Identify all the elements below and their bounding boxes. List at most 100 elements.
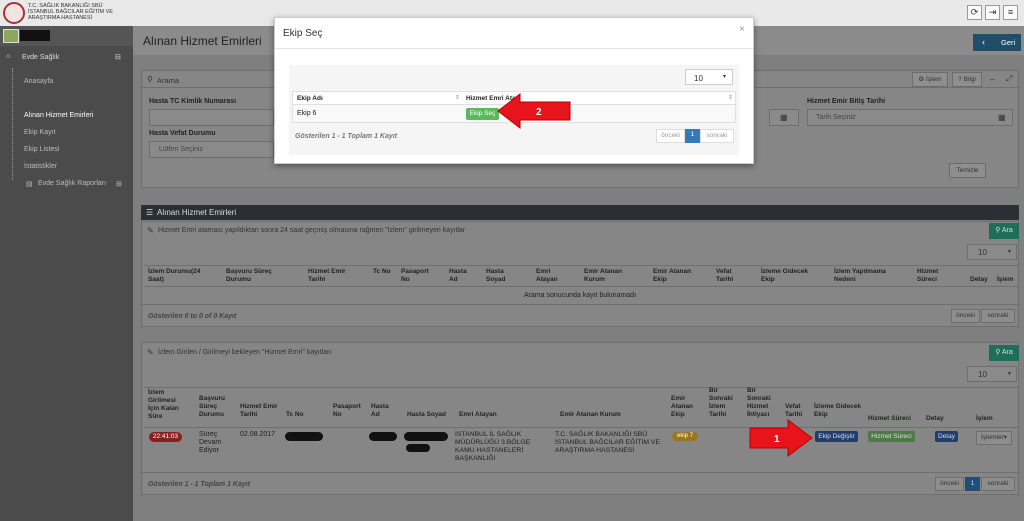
col-hasta-ad[interactable]: Hasta Ad bbox=[371, 403, 396, 419]
vefat-select[interactable]: Lütfen Seçiniz bbox=[149, 141, 274, 158]
clear-button[interactable]: Temizle bbox=[949, 163, 986, 178]
col-emri-atayan[interactable]: Emri Atayan bbox=[536, 268, 566, 284]
search-panel-title: Arama bbox=[157, 76, 180, 85]
sidebar-item-alinan-hizmet-emirleri[interactable]: Alınan Hizmet Emirleri bbox=[24, 112, 93, 119]
logout-icon[interactable]: ⇥ bbox=[985, 5, 1000, 20]
modal-page-1[interactable]: 1 bbox=[685, 129, 700, 143]
col-kalan-sure[interactable]: İzlem Girilmesi İçin Kalan Süre bbox=[148, 389, 188, 421]
col-vefat-tarihi[interactable]: Vefat Tarihi bbox=[785, 403, 810, 419]
col-emir-atanan-kurum[interactable]: Emir Atanan Kurum bbox=[584, 268, 639, 284]
bitis-date-input[interactable]: Tarih Seçiniz ▦ bbox=[807, 109, 1013, 126]
section1-search-label: Ara bbox=[1001, 227, 1013, 234]
sidebar-item-anasayfa[interactable]: Anasayfa bbox=[24, 78, 53, 85]
question-icon: ? bbox=[958, 76, 962, 83]
modal-page-size[interactable]: 10 ▾ bbox=[685, 69, 733, 85]
col-emir-atanan-ekip[interactable]: Emir Atanan Ekip bbox=[671, 395, 701, 419]
assigned-team-badge: ekip 7 bbox=[672, 432, 698, 441]
col-izlem-durumu[interactable]: İzlem Durumu(24 Saat) bbox=[148, 268, 203, 284]
expand-arrows-icon[interactable]: ⤢ bbox=[1006, 74, 1012, 84]
section1-search-button[interactable]: ⚲ Ara bbox=[989, 223, 1019, 239]
redacted-ad bbox=[369, 432, 397, 441]
modal-col-ekip[interactable]: Ekip Adı bbox=[297, 95, 323, 103]
col-basvuru-surec[interactable]: Başvuru Süreç Durumu bbox=[199, 395, 229, 419]
section2-next-button[interactable]: sonraki bbox=[981, 477, 1015, 491]
list-icon: ☰ bbox=[146, 208, 154, 217]
sidebar-item-ekip-kayit[interactable]: Ekip Kayıt bbox=[24, 129, 56, 136]
col-izleme-gidecek-ekip[interactable]: İzleme Gidecek Ekip bbox=[814, 403, 864, 419]
close-icon[interactable]: × bbox=[739, 24, 745, 35]
tc-label: Hasta TC Kimlik Numarası bbox=[149, 98, 237, 105]
col-hizmet-emir-tarihi[interactable]: Hizmet Emir Tarihi bbox=[308, 268, 348, 284]
sidebar-section-evde-saglik[interactable]: Evde Sağlık bbox=[22, 54, 59, 61]
back-label: Geri bbox=[1001, 38, 1016, 47]
col-pasaport-no[interactable]: Pasaport No bbox=[401, 268, 436, 284]
search-icon: ⚲ bbox=[995, 227, 1001, 234]
expand-icon[interactable]: ⊞ bbox=[116, 180, 122, 188]
col-hizmet-sureci[interactable]: Hizmet Süreci bbox=[917, 268, 952, 284]
sort-icon[interactable]: ⇕ bbox=[728, 94, 733, 101]
col-hasta-soyad[interactable]: Hasta Soyad bbox=[486, 268, 516, 284]
modal-next-button[interactable]: sonraki bbox=[700, 129, 734, 143]
col-sonraki-hizmet[interactable]: Bir Sonraki Hizmet İhtiyacı bbox=[747, 387, 777, 419]
search-icon: ⚲ bbox=[995, 349, 1001, 356]
col-emri-atayan[interactable]: Emri Atayan bbox=[459, 411, 504, 419]
col-hizmet-emir-tarihi[interactable]: Hizmet Emir Tarihi bbox=[240, 403, 278, 419]
section2-footer: Gösterilen 1 - 1 Toplam 1 Kayıt önceki 1… bbox=[142, 472, 1018, 494]
sidebar-item-istatistikler[interactable]: İstatistikler bbox=[24, 163, 57, 170]
emri-atayan-value: İSTANBUL İL SAĞLIK MÜDÜRLÜĞÜ 3.BÖLGE KAM… bbox=[455, 431, 531, 462]
sort-icon[interactable]: ⇕ bbox=[455, 94, 460, 101]
section1-next-button[interactable]: sonraki bbox=[981, 309, 1015, 323]
section2-title: İzlem Girilen / Girilmeyi bekleyen "Hizm… bbox=[158, 349, 332, 356]
section1-panel: ✎ Hizmet Emri ataması yapıldıktan sonra … bbox=[141, 221, 1019, 327]
col-hasta-soyad[interactable]: Hasta Soyad bbox=[407, 411, 452, 419]
annotation-label-1: 1 bbox=[774, 434, 780, 445]
col-tc-no[interactable]: Tc No bbox=[373, 268, 393, 276]
col-tc-no[interactable]: Tc No bbox=[286, 411, 316, 419]
col-hasta-ad[interactable]: Hasta Ad bbox=[449, 268, 474, 284]
bitis-placeholder: Tarih Seçiniz bbox=[816, 114, 856, 121]
section1-prev-button[interactable]: önceki bbox=[951, 309, 980, 323]
change-team-button[interactable]: Ekip Değiştir bbox=[815, 431, 858, 442]
islem-tab[interactable]: ⚙ İşlem bbox=[912, 72, 948, 87]
service-process-button[interactable]: Hizmet Süreci bbox=[868, 431, 915, 442]
actions-dropdown[interactable]: İşlemler▾ bbox=[976, 431, 1012, 445]
col-sonraki-izlem[interactable]: Bir Sonraki İzlem Tarihi bbox=[709, 387, 739, 419]
col-hizmet-sureci: Hizmet Süreci bbox=[868, 415, 911, 422]
col-basvuru-surec[interactable]: Başvuru Süreç Durumu bbox=[226, 268, 276, 284]
refresh-icon[interactable]: ⟳ bbox=[967, 5, 982, 20]
report-icon: ▤ bbox=[26, 181, 33, 188]
atanan-kurum-value: T.C. SAĞLIK BAKANLIĞI SBÜ İSTANBUL BAĞCI… bbox=[555, 431, 660, 454]
section1-page-size[interactable]: 10 ▾ bbox=[967, 244, 1017, 260]
collapse-icon[interactable]: ⊟ bbox=[115, 53, 121, 61]
islem-label: İşlem bbox=[926, 76, 942, 83]
col-emir-atanan-ekip[interactable]: Emir Atanan Ekip bbox=[653, 268, 698, 284]
section2-header-row: İzlem Girilmesi İçin Kalan Süre Başvuru … bbox=[144, 387, 1018, 428]
back-button[interactable]: ‹ Geri bbox=[973, 34, 1021, 51]
section2-search-button[interactable]: ⚲ Ara bbox=[989, 345, 1019, 361]
col-pasaport-no[interactable]: Pasaport No bbox=[333, 403, 368, 419]
menu-icon[interactable]: ≡ bbox=[1003, 5, 1018, 20]
sidebar-item-raporlar[interactable]: Evde Sağlık Raporları bbox=[38, 180, 106, 187]
annotation-arrow-2: 2 bbox=[497, 92, 571, 130]
detail-button[interactable]: Detay bbox=[935, 431, 958, 442]
start-date-picker[interactable]: ▦ bbox=[769, 109, 799, 126]
col-izlem-yapilmama[interactable]: İzlem Yapılmama Nedeni bbox=[834, 268, 894, 284]
section2-page-1[interactable]: 1 bbox=[965, 477, 980, 491]
section2-prev-button[interactable]: önceki bbox=[935, 477, 964, 491]
modal-prev-button[interactable]: önceki bbox=[656, 129, 685, 143]
col-emir-atanan-kurum[interactable]: Emir Atanan Kurum bbox=[560, 411, 630, 419]
section2-search-label: Ara bbox=[1001, 349, 1013, 356]
edit-icon: ✎ bbox=[147, 226, 154, 235]
section2-page-size[interactable]: 10 ▾ bbox=[967, 366, 1017, 382]
calendar-icon: ▦ bbox=[780, 113, 788, 122]
sidebar-item-ekip-listesi[interactable]: Ekip Listesi bbox=[24, 146, 59, 153]
tc-input[interactable] bbox=[149, 109, 274, 126]
minimize-icon[interactable]: – bbox=[990, 74, 995, 84]
page-title: Alınan Hizmet Emirleri bbox=[143, 34, 262, 48]
edit-icon: ✎ bbox=[147, 348, 154, 357]
bilgi-tab[interactable]: ? Bilgi bbox=[952, 72, 982, 87]
select-team-button[interactable]: Ekip Seç bbox=[466, 108, 499, 120]
col-vefat-tarihi[interactable]: Vefat Tarihi bbox=[716, 268, 741, 284]
col-izleme-gidecek-ekip[interactable]: İzleme Gidecek Ekip bbox=[761, 268, 821, 284]
modal-title: Ekip Seç bbox=[283, 28, 323, 39]
